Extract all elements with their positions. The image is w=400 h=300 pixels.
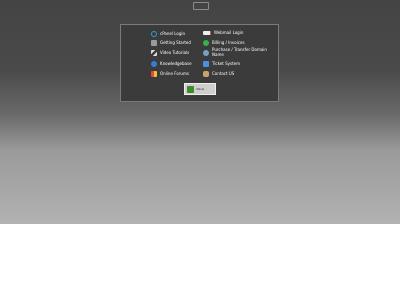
purchase-transfer-domain-link[interactable]: Purchase / Transfer Domain Name: [203, 47, 272, 57]
cpanel-icon: [151, 31, 157, 37]
book-icon: [151, 40, 157, 46]
link-label: Ticket System: [212, 61, 241, 66]
video-icon: [151, 50, 157, 56]
link-label: Video Tutorials: [160, 50, 190, 55]
ticket-icon: [203, 61, 209, 67]
online-forums-link[interactable]: Online Forums: [151, 71, 189, 77]
phone-icon: [203, 71, 209, 77]
link-label: Purchase / Transfer Domain Name: [212, 47, 267, 57]
billing-icon: [203, 40, 209, 46]
billing-invoices-link[interactable]: Billing / Invoices: [203, 40, 245, 46]
globe-icon: [203, 49, 209, 56]
knowledgebase-link[interactable]: Knowledgebase: [151, 61, 192, 67]
cpanel-badge-icon: [187, 85, 194, 93]
forums-icon: [151, 71, 157, 77]
contact-us-link[interactable]: Contact US: [203, 71, 234, 77]
lightbulb-icon: [151, 61, 157, 67]
link-label: Online Forums: [160, 71, 189, 76]
ticket-system-link[interactable]: Ticket System: [203, 61, 240, 67]
link-label: cPanel Login: [160, 31, 186, 36]
broken-image-icon: [193, 2, 209, 10]
link-label: Getting Started: [160, 40, 191, 45]
link-label: Billing / Invoices: [212, 40, 245, 45]
getting-started-link[interactable]: Getting Started: [151, 40, 191, 46]
link-label: Knowledgebase: [160, 61, 192, 66]
webmail-login-link[interactable]: Webmail Login: [203, 31, 243, 35]
badge-text: cPanel: [196, 87, 205, 91]
envelope-icon: [203, 31, 211, 35]
video-tutorials-link[interactable]: Video Tutorials: [151, 50, 189, 56]
cpanel-badge[interactable]: cPanel: [184, 83, 216, 95]
link-label: Contact US: [212, 71, 235, 76]
link-label: Webmail Login: [214, 30, 244, 35]
cpanel-login-link[interactable]: cPanel Login: [151, 31, 185, 37]
